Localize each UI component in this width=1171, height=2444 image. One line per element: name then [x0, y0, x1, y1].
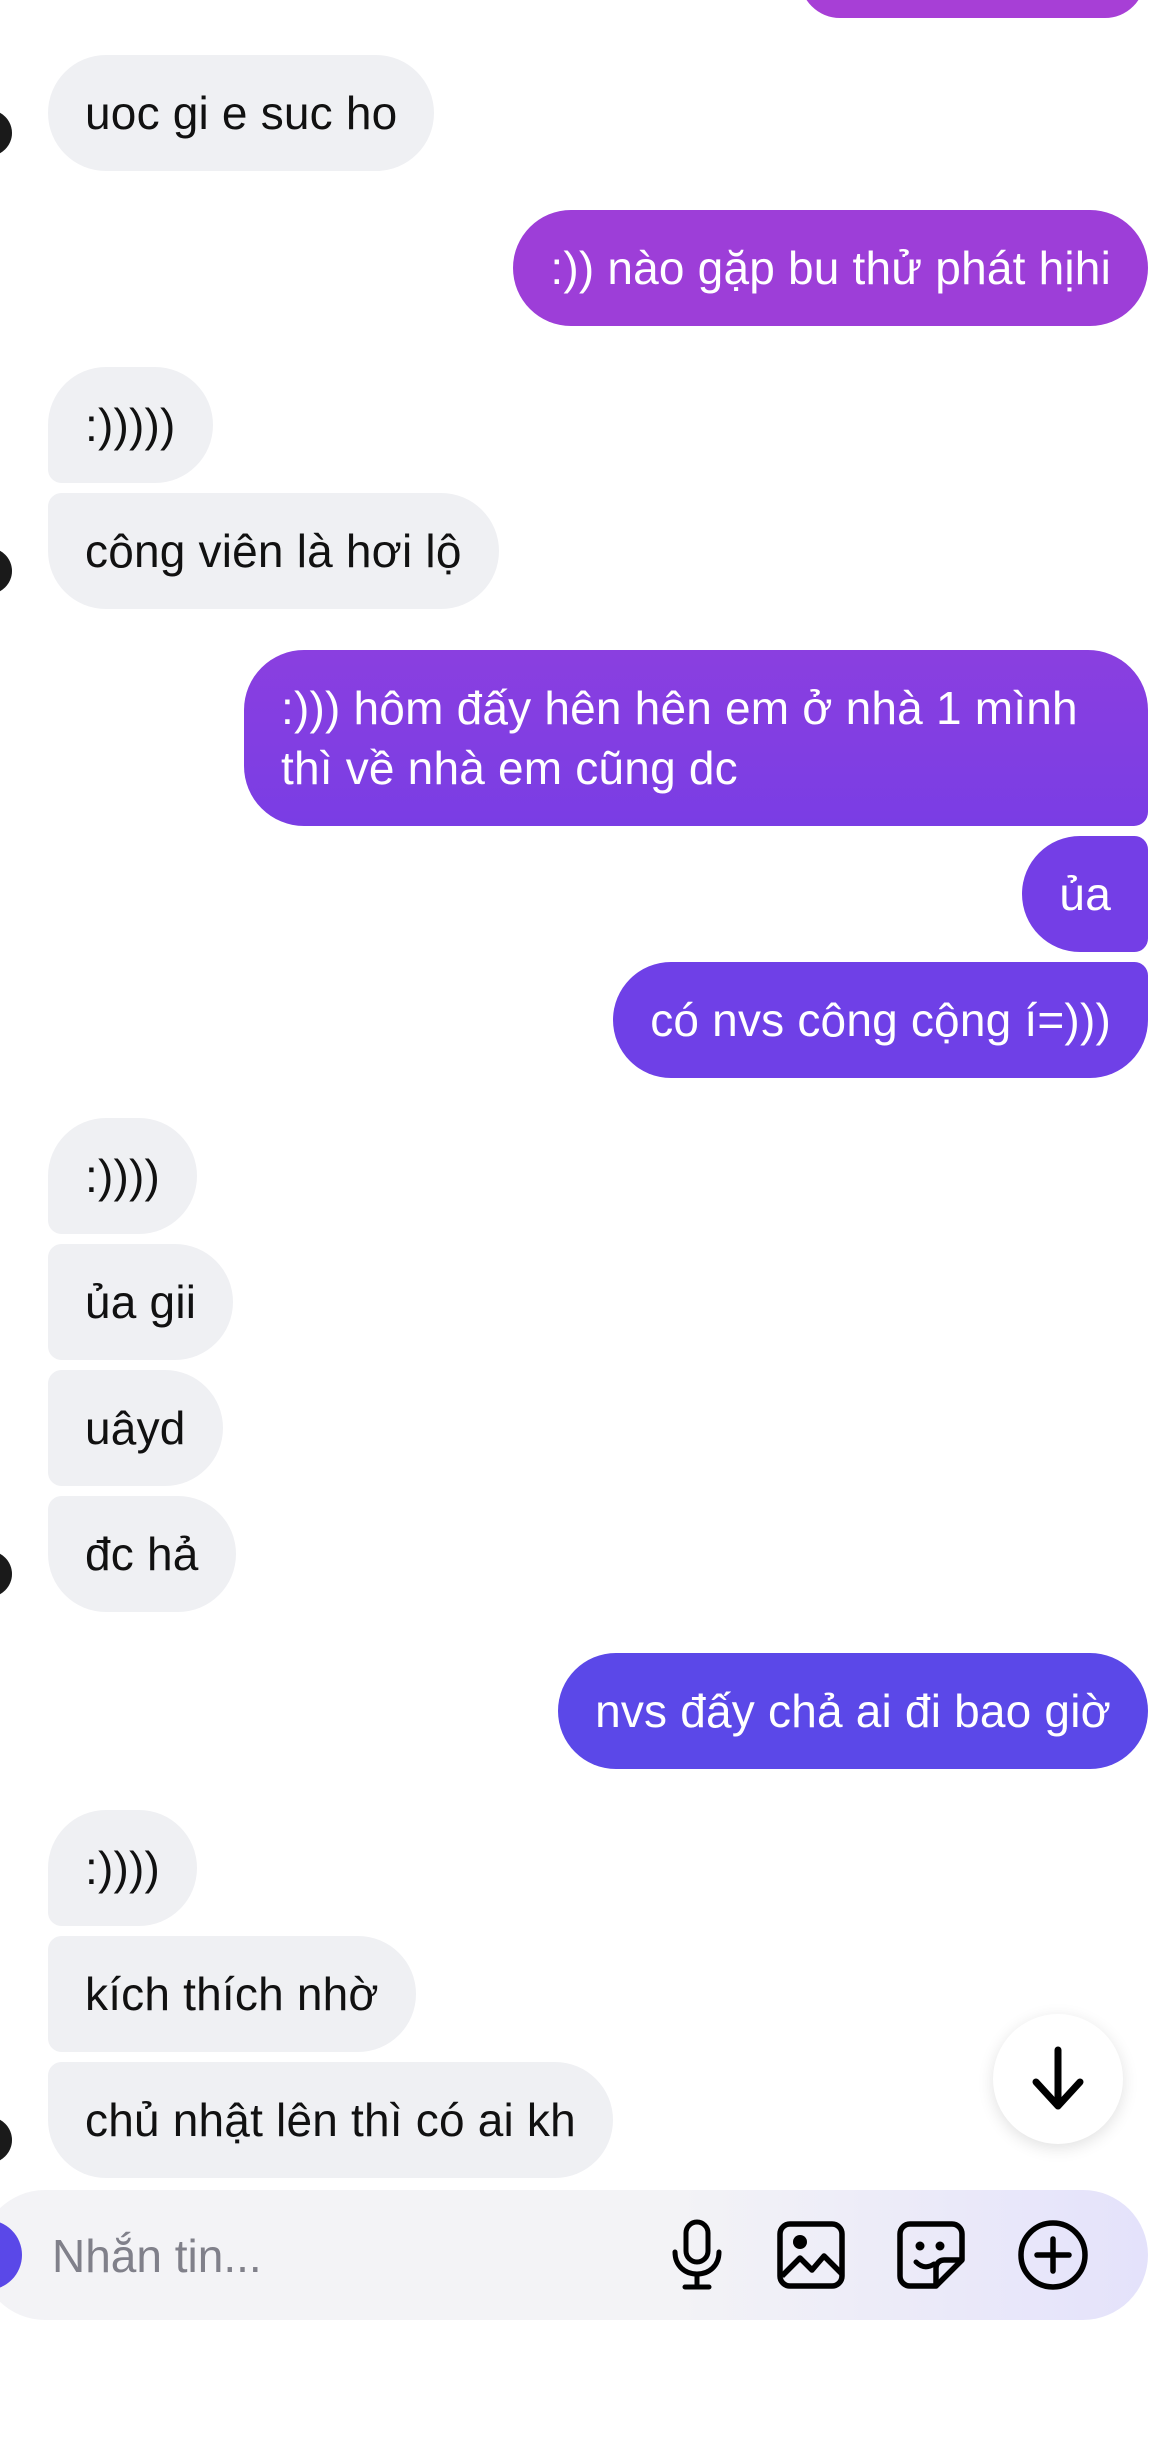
message-outgoing[interactable]: :))) hôm đấy hên hên em ở nhà 1 mình thì… — [244, 650, 1148, 826]
message-outgoing[interactable]: ủa — [1022, 836, 1148, 952]
message-incoming[interactable]: :)))) — [48, 1810, 198, 1926]
contact-avatar[interactable] — [0, 110, 12, 156]
contact-avatar[interactable] — [0, 548, 12, 594]
message-incoming[interactable]: công viên là hơi lộ — [48, 493, 499, 609]
message-incoming[interactable]: ủa gii — [48, 1244, 234, 1360]
message-input[interactable] — [50, 2215, 614, 2297]
more-button[interactable] — [1014, 2216, 1092, 2294]
chat-thread[interactable]: uoc gi e suc ho :)) nào gặp bu thử phát … — [0, 0, 1171, 2190]
scroll-to-bottom-button[interactable] — [993, 2014, 1123, 2144]
message-incoming[interactable]: uâyd — [48, 1370, 223, 1486]
sticker-icon — [897, 2221, 965, 2289]
message-outgoing[interactable]: có nvs công cộng í=))) — [613, 962, 1148, 1078]
contact-avatar[interactable] — [0, 2117, 12, 2163]
message-incoming[interactable]: kích thích nhờ — [48, 1936, 416, 2052]
plus-circle-icon — [1018, 2220, 1088, 2290]
message-incoming[interactable]: :))))) — [48, 367, 213, 483]
message-incoming[interactable]: đc hả — [48, 1496, 236, 1612]
message-bubble-partial — [800, 0, 1145, 18]
microphone-icon — [672, 2219, 722, 2290]
image-icon — [777, 2221, 845, 2289]
message-incoming[interactable]: chủ nhật lên thì có ai kh — [48, 2062, 613, 2178]
sticker-button[interactable] — [892, 2216, 970, 2294]
message-outgoing[interactable]: nvs đấy chả ai đi bao giờ — [558, 1653, 1148, 1769]
message-outgoing[interactable]: :)) nào gặp bu thử phát hịhi — [513, 210, 1148, 326]
arrow-down-icon — [1032, 2046, 1084, 2110]
message-incoming[interactable]: uoc gi e suc ho — [48, 55, 435, 171]
message-incoming[interactable]: :)))) — [48, 1118, 198, 1234]
contact-avatar[interactable] — [0, 1551, 12, 1597]
image-button[interactable] — [772, 2216, 850, 2294]
microphone-button[interactable] — [658, 2216, 736, 2294]
